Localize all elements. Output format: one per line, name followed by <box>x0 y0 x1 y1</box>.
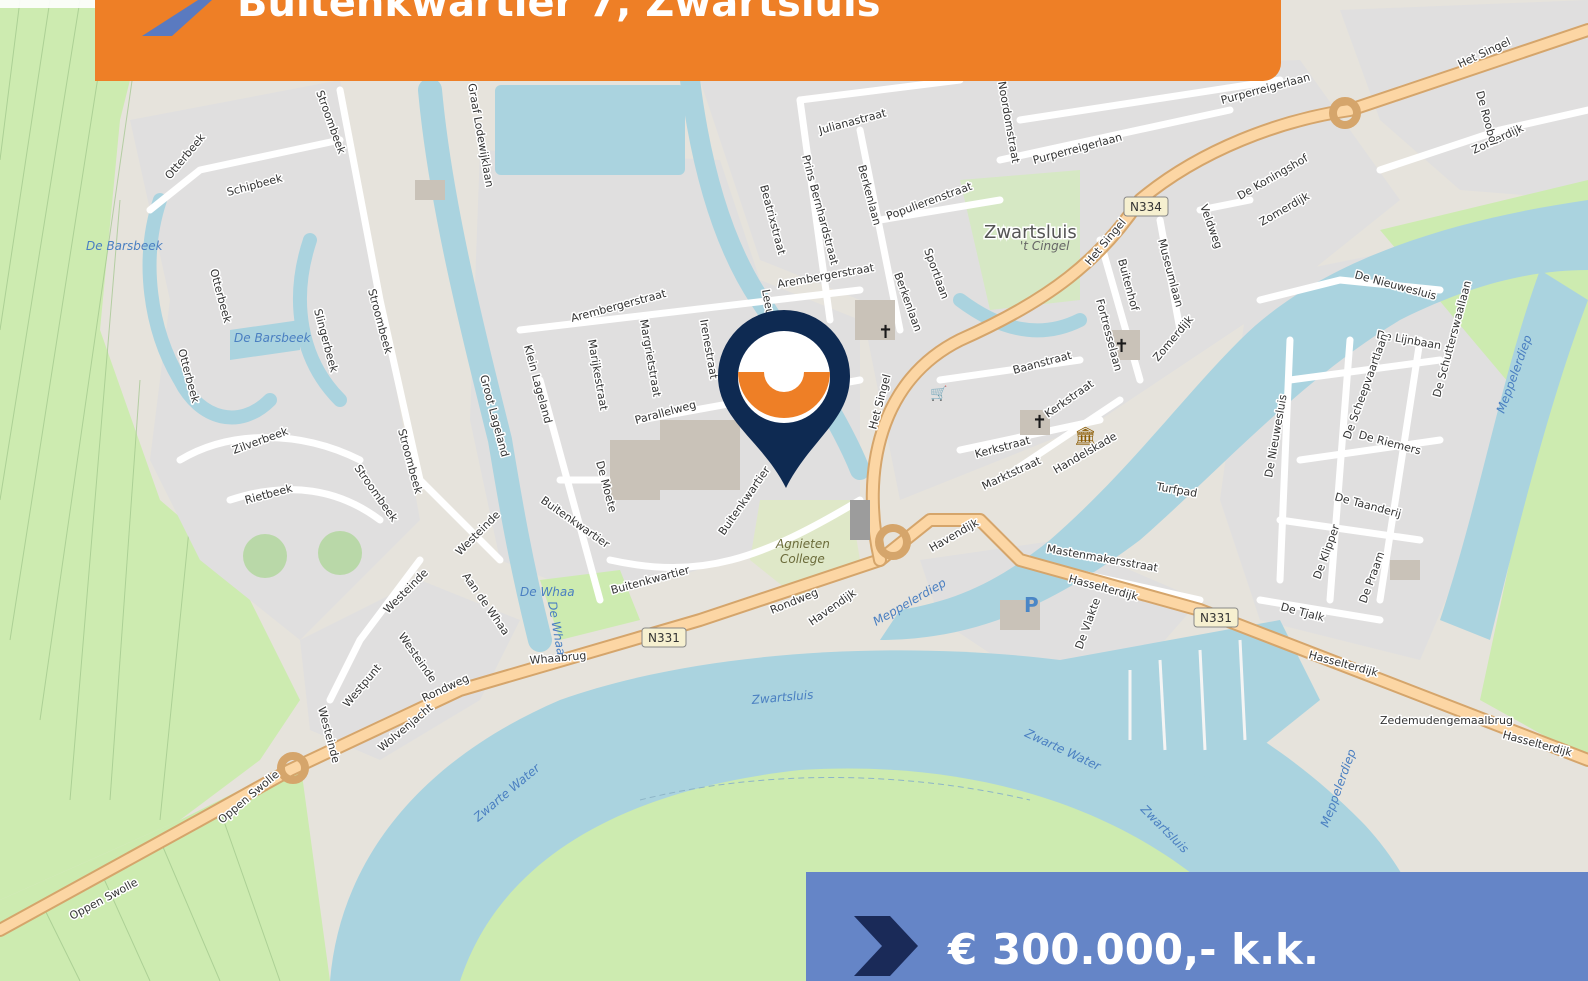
svg-text:De Barsbeek: De Barsbeek <box>234 331 312 345</box>
svg-text:Zedemudengemaalbrug: Zedemudengemaalbrug <box>1380 714 1513 727</box>
road-shield-n331-west: N331 <box>641 627 687 648</box>
svg-text:De Barsbeek: De Barsbeek <box>86 239 164 253</box>
chevron-right-icon <box>854 916 918 976</box>
price-label: € 300.000,- k.k. <box>948 925 1319 974</box>
pond-green-1 <box>243 534 287 578</box>
svg-text:N331: N331 <box>648 631 680 645</box>
college-label-line-2: College <box>780 552 825 566</box>
shop-icon: 🛒 <box>930 385 947 402</box>
road-shield-n331-east: N331 <box>1193 607 1239 628</box>
harbour-basin-north <box>495 85 685 175</box>
road-shield-n334: N334 <box>1123 196 1169 217</box>
svg-text:De Whaa: De Whaa <box>520 585 575 599</box>
svg-text:N334: N334 <box>1130 200 1162 214</box>
college-label-line-1: Agnieten <box>775 537 830 551</box>
chevron-right-icon <box>142 0 212 36</box>
town-sub-label: 't Cingel <box>1020 239 1070 253</box>
svg-text:N331: N331 <box>1200 611 1232 625</box>
parking-icon: P <box>1024 593 1039 617</box>
price-banner: € 300.000,- k.k. <box>806 872 1588 981</box>
pond-green-2 <box>318 531 362 575</box>
address-title: Buitenkwartier 7, Zwartsluis <box>237 0 881 26</box>
top-edge <box>0 0 95 8</box>
church-icon: ✝ <box>878 322 893 343</box>
address-banner: Buitenkwartier 7, Zwartsluis <box>95 0 1281 81</box>
map[interactable]: N334 N331 N331 ✝ ✝ ✝ 🏛 🛒 P Stroombeek Ot… <box>0 0 1588 981</box>
